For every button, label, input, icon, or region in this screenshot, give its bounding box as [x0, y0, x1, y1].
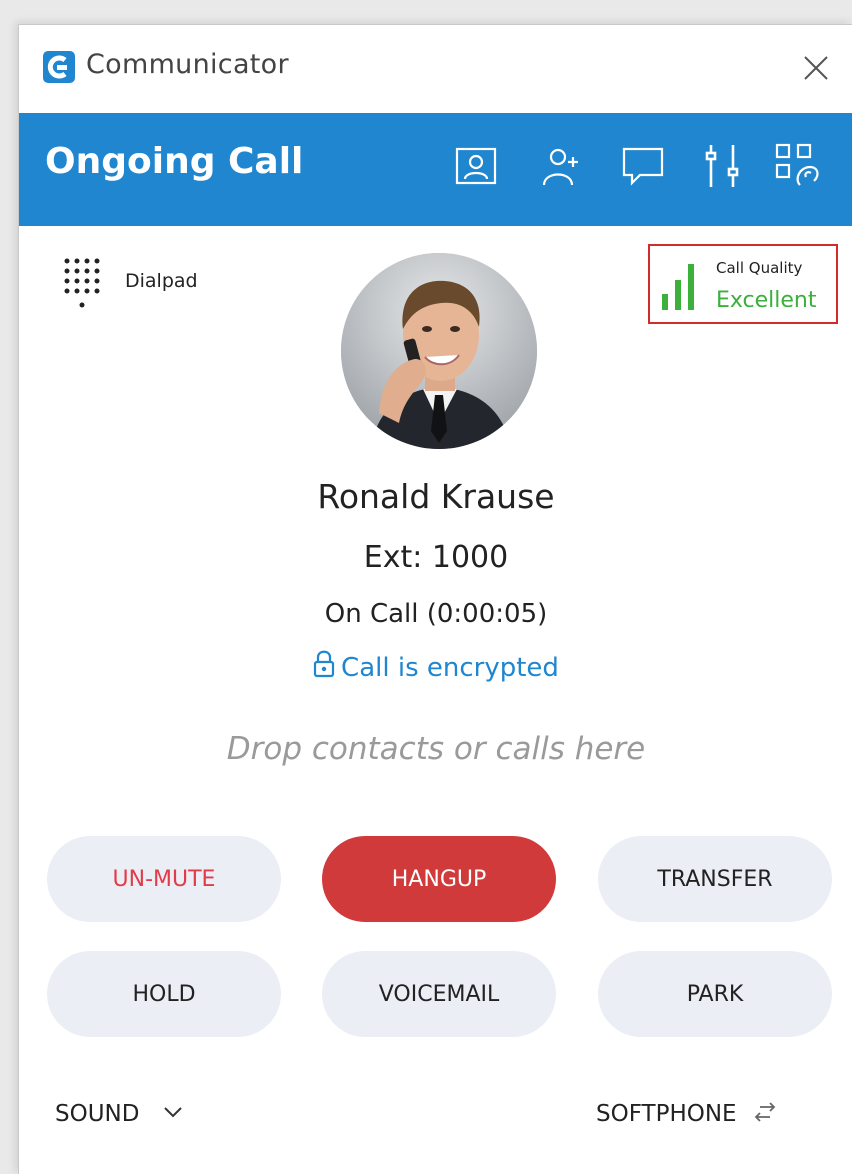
dialpad-button[interactable]: Dialpad: [63, 257, 223, 317]
add-contact-icon[interactable]: [539, 143, 585, 189]
avatar: [341, 253, 537, 449]
signal-bars-icon: [662, 264, 694, 310]
swap-arrows-icon: [754, 1102, 776, 1122]
chevron-down-icon: [164, 1107, 182, 1118]
lock-icon: [313, 650, 335, 678]
dialpad-label: Dialpad: [125, 270, 198, 292]
app-logo-icon: [43, 51, 75, 83]
title-bar: Communicator: [19, 25, 852, 113]
contact-extension: Ext: 1000: [363, 540, 509, 575]
dialpad-icon: [64, 258, 100, 308]
sound-label: SOUND: [55, 1101, 140, 1127]
hold-button[interactable]: HOLD: [47, 951, 281, 1037]
encryption-status: Call is encrypted: [19, 649, 852, 683]
voicemail-button[interactable]: VOICEMAIL: [322, 951, 556, 1037]
page-title: Ongoing Call: [45, 141, 304, 182]
qr-scan-icon[interactable]: [774, 143, 820, 189]
hangup-button[interactable]: HANGUP: [322, 836, 556, 922]
settings-sliders-icon[interactable]: [701, 143, 747, 189]
contact-card-icon[interactable]: [453, 143, 499, 189]
contact-name: Ronald Krause: [317, 477, 555, 516]
drop-zone[interactable]: Drop contacts or calls here: [19, 731, 852, 767]
softphone-switch[interactable]: SOFTPHONE: [596, 1101, 778, 1127]
unmute-button[interactable]: UN-MUTE: [47, 836, 281, 922]
sound-menu[interactable]: SOUND: [55, 1101, 183, 1127]
encryption-label: Call is encrypted: [341, 653, 559, 683]
call-header: Ongoing Call: [19, 113, 852, 226]
call-status: On Call (0:00:05): [324, 599, 548, 629]
softphone-label: SOFTPHONE: [596, 1101, 737, 1127]
call-quality-indicator: Call Quality Excellent: [648, 244, 838, 324]
call-quality-value: Excellent: [716, 288, 817, 313]
app-title: Communicator: [86, 49, 289, 80]
transfer-button[interactable]: TRANSFER: [598, 836, 832, 922]
park-button[interactable]: PARK: [598, 951, 832, 1037]
call-quality-label: Call Quality: [716, 259, 803, 277]
close-icon[interactable]: [802, 54, 830, 82]
chat-icon[interactable]: [620, 143, 666, 189]
communicator-window: Communicator Ongoing Call Dialpad Call Q…: [18, 24, 852, 1174]
